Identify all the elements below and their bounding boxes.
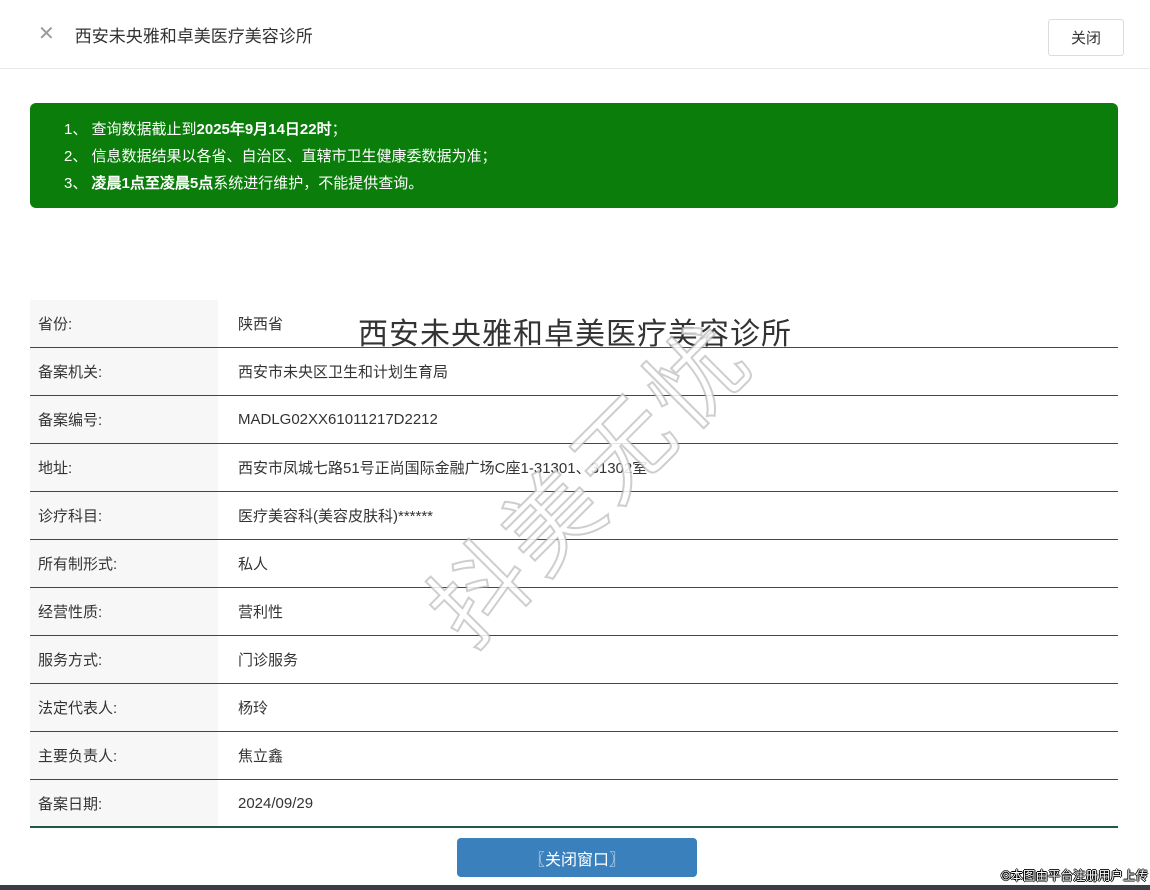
table-row: 备案机关: 西安市未央区卫生和计划生育局: [30, 348, 1118, 396]
field-label: 服务方式:: [30, 636, 218, 683]
field-value: 西安市凤城七路51号正尚国际金融广场C座1-31301、31302室: [238, 460, 648, 477]
field-label: 地址:: [30, 444, 218, 491]
table-row: 经营性质: 营利性: [30, 588, 1118, 636]
upload-credit-watermark: ©本图由平台注册用户上传: [1001, 869, 1148, 883]
field-label: 法定代表人:: [30, 684, 218, 731]
bottom-bar: [0, 885, 1150, 890]
table-row: 主要负责人: 焦立鑫: [30, 732, 1118, 780]
field-label: 经营性质:: [30, 588, 218, 635]
field-value: 营利性: [238, 604, 284, 621]
table-row: 地址: 西安市凤城七路51号正尚国际金融广场C座1-31301、31302室: [30, 444, 1118, 492]
field-value: 门诊服务: [238, 652, 299, 669]
table-row: 备案日期: 2024/09/29: [30, 780, 1118, 828]
field-value: 2024/09/29: [238, 794, 314, 812]
field-value: 私人: [238, 556, 269, 573]
close-x-icon[interactable]: ✕: [38, 24, 55, 44]
close-button[interactable]: 关闭: [1048, 19, 1124, 56]
field-label: 备案日期:: [30, 780, 218, 826]
notice-line: 3、 凌晨1点至凌晨5点系统进行维护，不能提供查询。: [64, 175, 424, 192]
field-label: 所有制形式:: [30, 540, 218, 587]
notice-line: 1、 查询数据截止到2025年9月14日22时；: [64, 121, 347, 138]
table-row: 所有制形式: 私人: [30, 540, 1118, 588]
table-row: 备案编号: MADLG02XX61011217D2212: [30, 396, 1118, 444]
table-row: 省份: 陕西省: [30, 300, 1118, 348]
field-value: 杨玲: [238, 700, 269, 717]
field-label: 省份:: [30, 300, 218, 347]
notice-banner: 1、 查询数据截止到2025年9月14日22时； 2、 信息数据结果以各省、自治…: [30, 103, 1118, 208]
field-label: 主要负责人:: [30, 732, 218, 779]
field-label: 备案机关:: [30, 348, 218, 395]
record-detail-table: 省份: 陕西省 备案机关: 西安市未央区卫生和计划生育局 备案编号: MADLG…: [30, 300, 1118, 828]
table-row: 诊疗科目: 医疗美容科(美容皮肤科)******: [30, 492, 1118, 540]
table-row: 法定代表人: 杨玲: [30, 684, 1118, 732]
notice-line: 2、 信息数据结果以各省、自治区、直辖市卫生健康委数据为准；: [64, 148, 497, 165]
field-value: 陕西省: [238, 316, 284, 333]
field-value: 西安市未央区卫生和计划生育局: [238, 364, 449, 381]
field-value: MADLG02XX61011217D2212: [238, 411, 438, 428]
close-window-button[interactable]: 〖关闭窗口〗: [457, 838, 697, 877]
field-label: 诊疗科目:: [30, 492, 218, 539]
field-label: 备案编号:: [30, 396, 218, 443]
table-row: 服务方式: 门诊服务: [30, 636, 1118, 684]
field-value: 焦立鑫: [238, 748, 284, 765]
window-header: ✕ 西安未央雅和卓美医疗美容诊所 关闭: [0, 0, 1150, 69]
field-value: 医疗美容科(美容皮肤科)******: [238, 508, 434, 525]
window-title: 西安未央雅和卓美医疗美容诊所: [74, 26, 313, 46]
